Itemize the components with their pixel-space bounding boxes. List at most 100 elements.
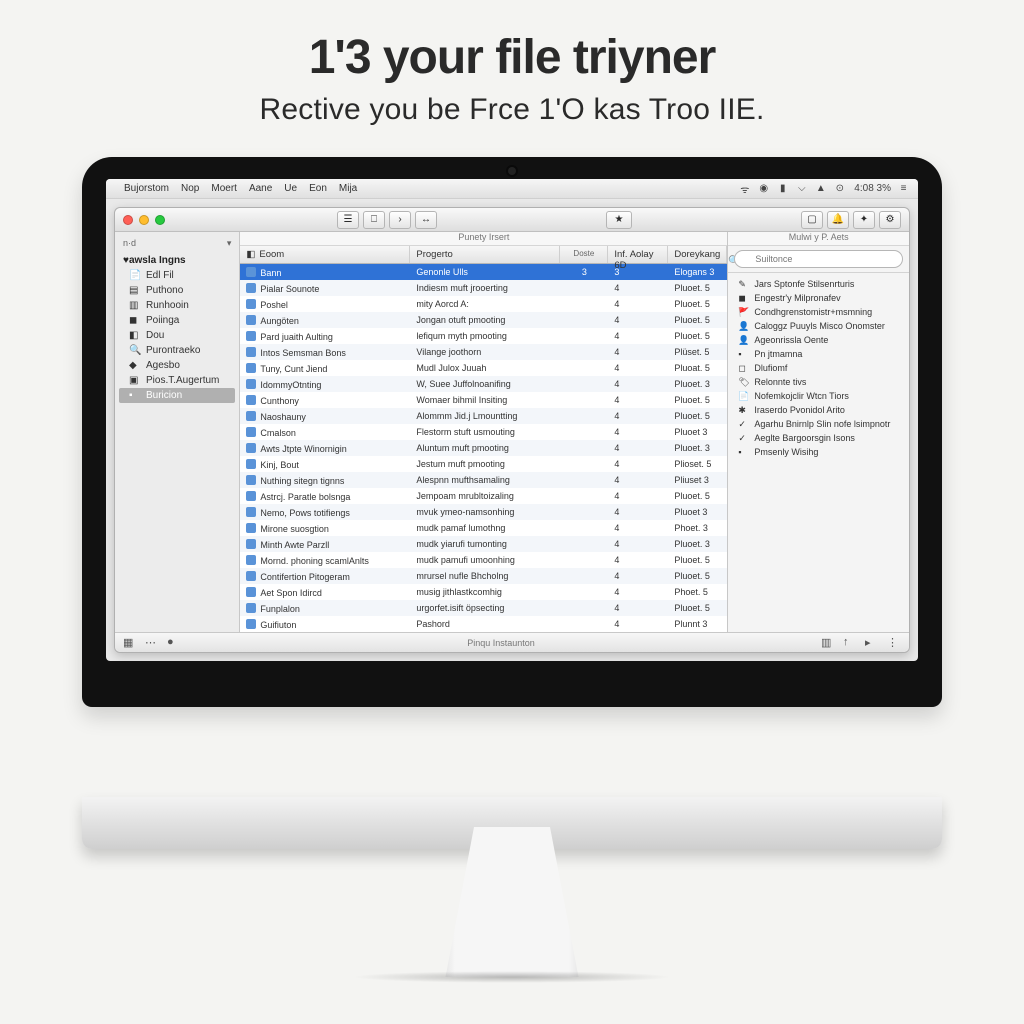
notifications-button[interactable]: 🔔 (827, 211, 849, 229)
status-tag-icon[interactable]: ● (167, 636, 181, 650)
table-row[interactable]: Funplalonurgorfet.isift öpsecting4Pluoet… (240, 600, 727, 616)
nav-play-button[interactable]: ↔ (415, 211, 437, 229)
menubar-item[interactable]: Eon (309, 183, 327, 194)
related-item-label: Condhgrenstomistr+msmning (754, 307, 872, 317)
sidebar-item[interactable]: ◆Agesbo (115, 358, 239, 373)
table-row[interactable]: Kinj, BoutJestum muft pmooting4Plioset. … (240, 456, 727, 472)
status-layout-icon[interactable]: ▥ (821, 636, 835, 650)
close-icon[interactable] (123, 215, 133, 225)
table-row[interactable]: Mirone suosgtionmudk pamaf lumothng4Phoe… (240, 520, 727, 536)
related-item[interactable]: 👤Ageonrissla Oente (730, 333, 907, 347)
table-row[interactable]: Nuthing sitegn tignnsAlespnn mufthsamali… (240, 472, 727, 488)
file-icon (246, 283, 256, 293)
minimize-icon[interactable] (139, 215, 149, 225)
related-item[interactable]: 📄Nofemkojclir Wtcn Tiors (730, 389, 907, 403)
zoom-icon[interactable] (155, 215, 165, 225)
table-row[interactable]: Tuny, Cunt JiendMudl Julox Juuah4Pluoat.… (240, 360, 727, 376)
table-row[interactable]: Nemo, Pows totifiengsmvuk ymeo-namsonhin… (240, 504, 727, 520)
related-item[interactable]: ▪Pmsenly Wisihg (730, 445, 907, 459)
related-item-label: Dlufiomf (754, 363, 787, 373)
table-row[interactable]: BannGenonle Ulls33Elogans 3 (240, 264, 727, 280)
sidebar: n·d▾ ♥awsla Ingns 📄Edl Fil▤Puthono▥Runho… (115, 232, 240, 632)
table-row[interactable]: Contifertion Pitogerammrursel nufle Bhch… (240, 568, 727, 584)
battery-icon[interactable]: ▮ (776, 182, 789, 195)
audio-icon[interactable]: ◉ (757, 182, 770, 195)
menubar-item[interactable]: Ue (284, 183, 297, 194)
info-button[interactable]: ✦ (853, 211, 875, 229)
table-header[interactable]: ◧Eoom Progerto Doste Inf. Aolay 6D Dorey… (240, 246, 727, 264)
sidebar-item-label: Buricion (146, 390, 182, 401)
settings-button[interactable]: ⚙ (879, 211, 901, 229)
menubar-item[interactable]: Mija (339, 183, 357, 194)
related-item[interactable]: 🏷Relonnte tivs (730, 375, 907, 389)
related-item[interactable]: ✱Iraserdo Pvonidol Arito (730, 403, 907, 417)
related-item[interactable]: 🚩 Condhgrenstomistr+msmning (730, 305, 907, 319)
menubar-item[interactable]: Nop (181, 183, 199, 194)
related-item[interactable]: ◼Engestr'y Milpronafev (730, 291, 907, 305)
sidebar-item[interactable]: ▣Pios.T.Augertum (115, 373, 239, 388)
table-body[interactable]: BannGenonle Ulls33Elogans 3Pialar Sounot… (240, 264, 727, 632)
status-more-icon[interactable]: ⋮ (887, 636, 901, 650)
related-item[interactable]: ✓Agarhu Bnirnlp Slin nofe lsimpnotr (730, 417, 907, 431)
table-row[interactable]: Pialar SounoteIndiesm muft jrooerting4Pl… (240, 280, 727, 296)
related-item-label: Nofemkojclir Wtcn Tiors (754, 391, 849, 401)
table-row[interactable]: Poshelmity Aorcd A:4Pluoet. 5 (240, 296, 727, 312)
file-icon (246, 539, 256, 549)
notification-center-icon[interactable]: ≡ (897, 182, 910, 195)
table-row[interactable]: GuifiutonPashord4Plunnt 3 (240, 616, 727, 632)
table-row[interactable]: Minth Awte Parzllmudk yiarufi tumonting4… (240, 536, 727, 552)
status-up-icon[interactable]: ↑ (843, 636, 857, 650)
file-icon (246, 267, 256, 277)
table-row[interactable]: NaoshaunyAlommm Jid.j Lmountting4Pluoet.… (240, 408, 727, 424)
toolbar-subtitle: Punety Irsert (240, 232, 727, 246)
sidebar-item[interactable]: ◧Dou (115, 328, 239, 343)
table-row[interactable]: Pard juaith Aultinglefiqum myth pmooting… (240, 328, 727, 344)
related-item[interactable]: ◻Dlufiomf (730, 361, 907, 375)
sidebar-item[interactable]: ▪Buricion (119, 388, 235, 403)
sidebar-item[interactable]: ▥Runhooin (115, 298, 239, 313)
table-row[interactable]: Mornd. phoning scamlAnltsmudk pamufi umo… (240, 552, 727, 568)
nav-forward-button[interactable]: › (389, 211, 411, 229)
status-right-icon[interactable]: ▸ (865, 636, 879, 650)
related-item[interactable]: ✓Aeglte Bargoorsgin Isons (730, 431, 907, 445)
related-item[interactable]: 👤Caloggz Puuyls Misco Onomster (730, 319, 907, 333)
menubar[interactable]: Bujorstom Nop Moert Aane Ue Eon Mija ᯤ ◉ ▮ ⌵ ▲… (106, 179, 918, 199)
column-program[interactable]: Progerto (416, 249, 452, 260)
sidebar-item[interactable]: ▤Puthono (115, 283, 239, 298)
sidebar-item[interactable]: 📄Edl Fil (115, 268, 239, 283)
menubar-item[interactable]: Aane (249, 183, 272, 194)
sidebar-item[interactable]: ◼Poiinga (115, 313, 239, 328)
column-desc[interactable]: Doreykang (674, 249, 720, 260)
related-item-icon: 🚩 (738, 307, 748, 317)
wifi-icon[interactable]: ᯤ (738, 182, 751, 195)
column-name[interactable]: Eoom (259, 249, 284, 260)
table-row[interactable]: Aet Spon Idircdmusig jithlastkcomhig4Pho… (240, 584, 727, 600)
related-item[interactable]: ✎Jars Sptonfe Stilsenrturis (730, 277, 907, 291)
table-row[interactable]: Intos Semsman BonsVilange joothorn4Plüse… (240, 344, 727, 360)
view-list-button[interactable]: ☰ (337, 211, 359, 229)
titlebar[interactable]: ☰ ⎕ › ↔ ★ ▢ 🔔 ✦ ⚙ (115, 208, 909, 232)
status-pref-icon[interactable]: ⋯ (145, 636, 159, 650)
column-mini[interactable]: Doste (560, 246, 608, 263)
table-row[interactable]: AungötenJongan otuft pmooting4Pluoet. 5 (240, 312, 727, 328)
search-input[interactable] (734, 250, 903, 268)
bluetooth-icon[interactable]: ⌵ (795, 182, 808, 195)
table-row[interactable]: Awts Jtpte WinorniginAluntum muft pmooti… (240, 440, 727, 456)
sidebar-item-label: Purontraeko (146, 345, 200, 356)
related-item[interactable]: ▪Pn jtmamna (730, 347, 907, 361)
table-row[interactable]: CmalsonFlestorm stuft usmouting4Pluoet 3 (240, 424, 727, 440)
user-icon[interactable]: ▲ (814, 182, 827, 195)
menubar-item[interactable]: Bujorstom (124, 183, 169, 194)
table-row[interactable]: CunthonyWomaer bihmil Insiting4Pluoet. 5 (240, 392, 727, 408)
menubar-clock[interactable]: 4:08 3% (854, 183, 891, 194)
view-column-button[interactable]: ⎕ (363, 211, 385, 229)
status-add-icon[interactable]: ▦ (123, 636, 137, 650)
menubar-item[interactable]: Moert (211, 183, 237, 194)
table-row[interactable]: IdommyOtntingW, Suee Juffolnoanifing4Plu… (240, 376, 727, 392)
favorites-button[interactable]: ★ (606, 211, 632, 229)
spotlight-icon[interactable]: ⊙ (833, 182, 846, 195)
sidebar-item[interactable]: 🔍Purontraeko (115, 343, 239, 358)
table-row[interactable]: Astrcj. Paratle bolsngaJempoam mrubltoiz… (240, 488, 727, 504)
file-icon (246, 347, 256, 357)
share-button[interactable]: ▢ (801, 211, 823, 229)
